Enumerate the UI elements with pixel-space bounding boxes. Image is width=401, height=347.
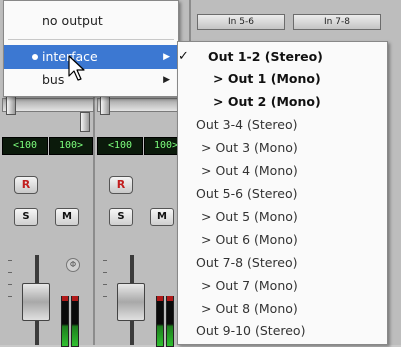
- clip-indicator: [167, 296, 173, 301]
- clip-indicator: [62, 296, 68, 301]
- submenu-item-out-2-mono[interactable]: > Out 2 (Mono): [178, 91, 387, 113]
- submenu-item-label: > Out 6 (Mono): [201, 232, 298, 247]
- submenu-arrow-icon: ▶: [163, 52, 170, 62]
- menu-item-label: no output: [42, 13, 103, 28]
- submenu-item-label: Out 1-2 (Stereo): [208, 49, 323, 64]
- fader-scale-tick: [103, 260, 107, 261]
- clip-indicator: [157, 296, 163, 301]
- submenu-item-out-9-10-stereo[interactable]: Out 9-10 (Stereo): [178, 320, 387, 342]
- submenu-item-label: Out 9-10 (Stereo): [196, 323, 306, 338]
- submenu-item-label: > Out 5 (Mono): [201, 209, 298, 224]
- pan-readout-left: <100: [97, 137, 143, 155]
- submenu-item-label: > Out 3 (Mono): [201, 140, 298, 155]
- pan-readout-right: 100>: [49, 137, 93, 155]
- arrow-cursor-icon: [68, 55, 85, 81]
- submenu-item-label: > Out 7 (Mono): [201, 278, 298, 293]
- level-meter: [156, 296, 164, 347]
- submenu-item-out-7-8-stereo[interactable]: Out 7-8 (Stereo): [178, 252, 387, 274]
- record-enable-button[interactable]: R: [14, 176, 38, 194]
- submenu-item-label: Out 3-4 (Stereo): [196, 117, 298, 132]
- menu-item-no-output[interactable]: no output: [4, 9, 178, 33]
- menu-item-bus[interactable]: bus ▶: [4, 68, 178, 92]
- level-meter: [166, 296, 174, 347]
- submenu-item-label: > Out 8 (Mono): [201, 301, 298, 316]
- insert-button-in-7-8[interactable]: In 7-8: [293, 14, 381, 30]
- submenu-item-out-3-4-stereo[interactable]: Out 3-4 (Stereo): [178, 114, 387, 136]
- record-enable-button[interactable]: R: [109, 176, 133, 194]
- submenu-item-label: Out 7-8 (Stereo): [196, 255, 298, 270]
- fader-scale-tick: [8, 272, 12, 273]
- fader-scale-tick: [103, 296, 107, 297]
- interface-submenu: ✓ Out 1-2 (Stereo) > Out 1 (Mono) > Out …: [177, 41, 388, 345]
- volume-fader-handle[interactable]: [22, 283, 50, 321]
- menu-separator: [8, 39, 174, 40]
- submenu-item-label: > Out 2 (Mono): [213, 94, 321, 109]
- submenu-item-label: Out 5-6 (Stereo): [196, 186, 298, 201]
- submenu-arrow-icon: ▶: [163, 75, 170, 85]
- fader-scale-tick: [8, 296, 12, 297]
- fader-scale-tick: [8, 260, 12, 261]
- submenu-item-out-1-2-stereo[interactable]: ✓ Out 1-2 (Stereo): [178, 46, 387, 68]
- submenu-item-label: > Out 4 (Mono): [201, 163, 298, 178]
- horizontal-fader-knob[interactable]: [80, 112, 90, 132]
- fader-scale-tick: [103, 272, 107, 273]
- submenu-item-out-6-mono[interactable]: > Out 6 (Mono): [178, 229, 387, 251]
- solo-button[interactable]: S: [14, 208, 38, 226]
- volume-fader-handle[interactable]: [117, 283, 145, 321]
- fader-scale-tick: [103, 284, 107, 285]
- submenu-item-out-8-mono[interactable]: > Out 8 (Mono): [178, 298, 387, 320]
- clip-indicator: [72, 296, 78, 301]
- submenu-item-out-3-mono[interactable]: > Out 3 (Mono): [178, 137, 387, 159]
- submenu-item-out-5-mono[interactable]: > Out 5 (Mono): [178, 206, 387, 228]
- horizontal-fader-knob[interactable]: [6, 95, 16, 115]
- solo-button[interactable]: S: [109, 208, 133, 226]
- submenu-item-out-5-6-stereo[interactable]: Out 5-6 (Stereo): [178, 183, 387, 205]
- submenu-item-out-1-mono[interactable]: > Out 1 (Mono): [178, 68, 387, 90]
- level-meter: [71, 296, 79, 347]
- menu-item-interface[interactable]: interface ▶: [4, 45, 178, 69]
- menu-item-label: bus: [42, 72, 65, 87]
- output-menu: no output interface ▶ bus ▶: [3, 0, 179, 97]
- insert-button-in-5-6[interactable]: In 5-6: [197, 14, 285, 30]
- submenu-item-label: > Out 1 (Mono): [213, 71, 321, 86]
- submenu-item-out-4-mono[interactable]: > Out 4 (Mono): [178, 160, 387, 182]
- pan-readout-left: <100: [2, 137, 48, 155]
- checkmark-icon: ✓: [178, 49, 189, 64]
- submenu-item-out-7-mono[interactable]: > Out 7 (Mono): [178, 275, 387, 297]
- mute-button[interactable]: M: [55, 208, 79, 226]
- level-meter: [61, 296, 69, 347]
- fader-scale-tick: [8, 284, 12, 285]
- phase-icon[interactable]: Φ: [66, 258, 80, 272]
- radio-dot-icon: [32, 54, 38, 60]
- horizontal-fader-knob[interactable]: [100, 95, 110, 115]
- mute-button[interactable]: M: [150, 208, 174, 226]
